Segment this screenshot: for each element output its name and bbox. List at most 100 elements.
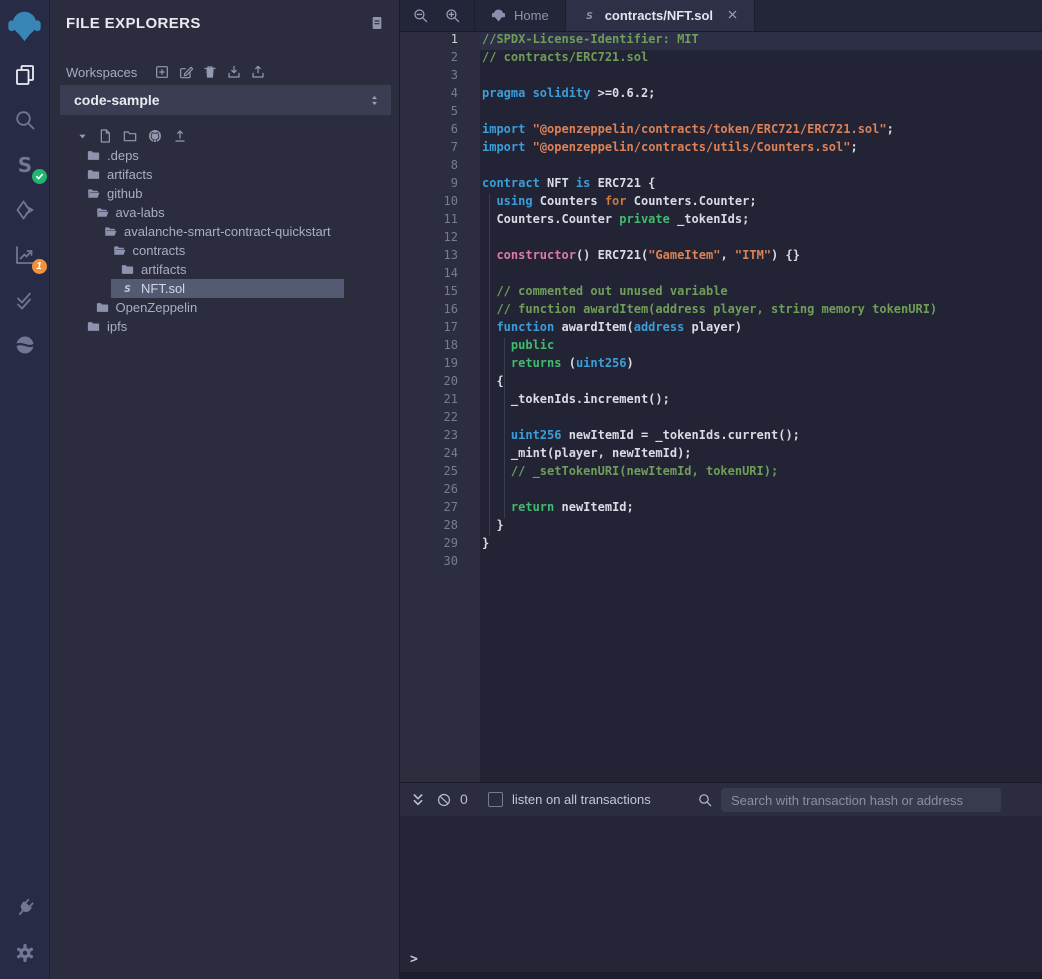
- tab-contracts-nft-sol[interactable]: Scontracts/NFT.sol: [566, 0, 755, 31]
- create-workspace-icon[interactable]: [154, 64, 170, 80]
- terminal-prompt: >: [410, 952, 418, 967]
- file-explorer-panel: FILE EXPLORERS Workspaces code-sample .d…: [50, 0, 400, 979]
- code-line-24: 24 _mint(player, newItemId);: [400, 446, 1042, 464]
- tree-item-label: avalanche-smart-contract-quickstart: [124, 224, 331, 239]
- workspace-selected-value: code-sample: [74, 92, 160, 108]
- tree-item-avalanche-smart-contract-quickstart[interactable]: avalanche-smart-contract-quickstart: [50, 222, 399, 241]
- code-line-28: 28 }: [400, 518, 1042, 536]
- tab-home[interactable]: Home: [474, 0, 566, 31]
- line-number: 3: [400, 68, 480, 86]
- line-content: function awardItem(address player): [480, 320, 1042, 338]
- code-line-13: 13 constructor() ERC721("GameItem", "ITM…: [400, 248, 1042, 266]
- line-number: 14: [400, 266, 480, 284]
- code-line-19: 19 returns (uint256): [400, 356, 1042, 374]
- line-number: 29: [400, 536, 480, 554]
- tree-item-label: artifacts: [141, 262, 187, 277]
- line-number: 5: [400, 104, 480, 122]
- code-line-9: 9contract NFT is ERC721 {: [400, 176, 1042, 194]
- tree-item-contracts[interactable]: contracts: [50, 241, 399, 260]
- line-number: 26: [400, 482, 480, 500]
- line-content: [480, 230, 1042, 248]
- clear-console-icon[interactable]: [436, 792, 452, 808]
- code-line-26: 26: [400, 482, 1042, 500]
- github-icon[interactable]: [147, 128, 163, 144]
- terminal-search-icon: [697, 792, 713, 808]
- line-number: 8: [400, 158, 480, 176]
- code-line-27: 27 return newItemId;: [400, 500, 1042, 518]
- line-content: Counters.Counter private _tokenIds;: [480, 212, 1042, 230]
- restore-workspaces-icon[interactable]: [250, 64, 266, 80]
- workspace-select[interactable]: code-sample: [60, 85, 391, 115]
- folder-open-icon: [112, 243, 127, 258]
- remix-logo[interactable]: [0, 0, 50, 52]
- tree-item-label: OpenZeppelin: [116, 300, 198, 315]
- line-content: // contracts/ERC721.sol: [480, 50, 1042, 68]
- zoom-out-button[interactable]: [408, 4, 432, 28]
- icon-sidebar-bottom: [0, 885, 49, 979]
- book-icon[interactable]: [369, 15, 385, 31]
- line-number: 18: [400, 338, 480, 356]
- line-content: }: [480, 536, 1042, 554]
- tree-item-nft-sol[interactable]: SNFT.sol: [50, 279, 399, 298]
- line-number: 15: [400, 284, 480, 302]
- plugin-manager-icon[interactable]: [0, 885, 50, 930]
- solidity-compiler-icon[interactable]: S: [0, 142, 50, 187]
- line-content: using Counters for Counters.Counter;: [480, 194, 1042, 212]
- line-number: 1: [400, 32, 480, 50]
- line-content: }: [480, 518, 1042, 536]
- delete-workspace-icon[interactable]: [202, 64, 218, 80]
- line-content: constructor() ERC721("GameItem", "ITM") …: [480, 248, 1042, 266]
- settings-icon[interactable]: [0, 930, 50, 975]
- tree-item-ipfs[interactable]: ipfs: [50, 317, 399, 336]
- panel-title: FILE EXPLORERS: [66, 15, 201, 32]
- chevron-down-icon[interactable]: [77, 131, 88, 142]
- code-line-29: 29}: [400, 536, 1042, 554]
- analytics-icon[interactable]: 1: [0, 232, 50, 277]
- line-number: 22: [400, 410, 480, 428]
- code-line-23: 23 uint256 newItemId = _tokenIds.current…: [400, 428, 1042, 446]
- rename-workspace-icon[interactable]: [178, 64, 194, 80]
- line-number: 9: [400, 176, 480, 194]
- search-icon[interactable]: [0, 97, 50, 142]
- folder-closed-icon: [86, 319, 101, 334]
- code-line-25: 25 // _setTokenURI(newItemId, tokenURI);: [400, 464, 1042, 482]
- listen-transactions-checkbox[interactable]: [488, 792, 503, 807]
- expand-terminal-icon[interactable]: [410, 792, 426, 808]
- unit-testing-icon[interactable]: [0, 277, 50, 322]
- code-line-17: 17 function awardItem(address player): [400, 320, 1042, 338]
- code-line-11: 11 Counters.Counter private _tokenIds;: [400, 212, 1042, 230]
- tree-item-label: .deps: [107, 148, 139, 163]
- tree-item-artifacts[interactable]: artifacts: [50, 260, 399, 279]
- file-explorer-icon[interactable]: [0, 52, 50, 97]
- code-line-6: 6import "@openzeppelin/contracts/token/E…: [400, 122, 1042, 140]
- code-line-30: 30: [400, 554, 1042, 572]
- plugin-sphere-icon[interactable]: [0, 322, 50, 367]
- line-content: [480, 266, 1042, 284]
- terminal-search-input[interactable]: [721, 788, 1001, 812]
- code-line-22: 22: [400, 410, 1042, 428]
- terminal[interactable]: >: [400, 816, 1042, 979]
- folder-closed-icon: [86, 148, 101, 163]
- close-tab-icon[interactable]: [727, 8, 738, 23]
- line-content: // function awardItem(address player, st…: [480, 302, 1042, 320]
- tree-item-github[interactable]: github: [50, 184, 399, 203]
- download-workspaces-icon[interactable]: [226, 64, 242, 80]
- code-editor[interactable]: 1//SPDX-License-Identifier: MIT2// contr…: [400, 32, 1042, 782]
- zoom-in-button[interactable]: [440, 4, 464, 28]
- tree-item-artifacts[interactable]: artifacts: [50, 165, 399, 184]
- new-folder-icon[interactable]: [122, 128, 138, 144]
- tree-item--deps[interactable]: .deps: [50, 146, 399, 165]
- listen-transactions-label: listen on all transactions: [512, 792, 651, 807]
- tab-label: Home: [514, 8, 549, 23]
- tree-item-openzeppelin[interactable]: OpenZeppelin: [50, 298, 399, 317]
- tree-item-ava-labs[interactable]: ava-labs: [50, 203, 399, 222]
- solidity-file-icon: S: [582, 8, 597, 23]
- line-content: import "@openzeppelin/contracts/token/ER…: [480, 122, 1042, 140]
- line-number: 10: [400, 194, 480, 212]
- new-file-icon[interactable]: [97, 128, 113, 144]
- line-content: // commented out unused variable: [480, 284, 1042, 302]
- upload-file-icon[interactable]: [172, 128, 188, 144]
- terminal-scrollbar-track: [400, 972, 1042, 979]
- deploy-run-icon[interactable]: [0, 187, 50, 232]
- terminal-toolbar: 0 listen on all transactions: [400, 782, 1042, 816]
